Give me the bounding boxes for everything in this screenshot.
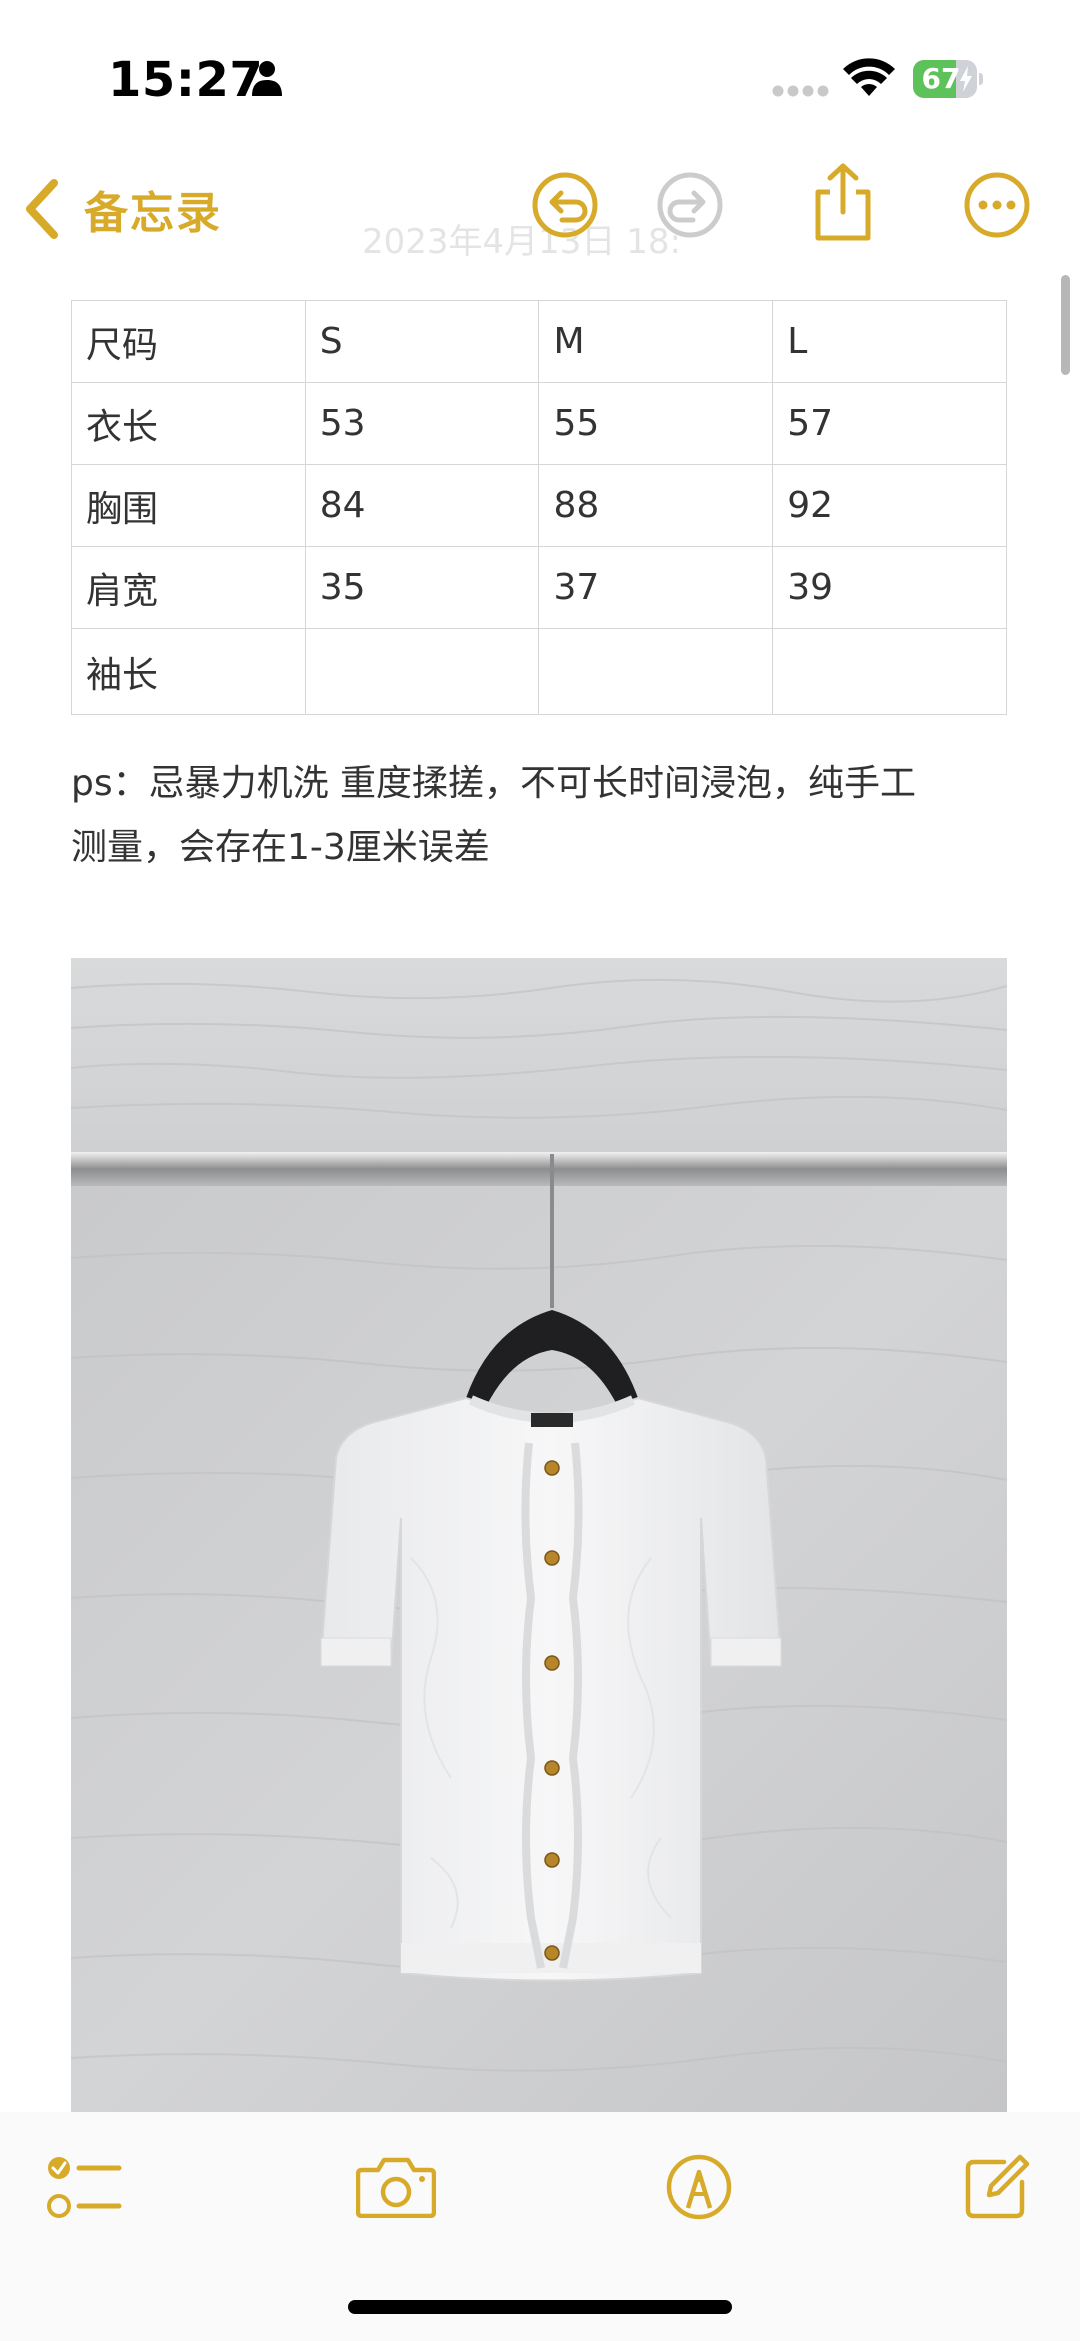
back-label: 备忘录	[84, 188, 222, 239]
table-row: 肩宽 35 37 39	[71, 546, 1007, 629]
redo-icon[interactable]	[655, 170, 725, 240]
table-cell[interactable]: 袖长	[71, 628, 306, 715]
table-cell[interactable]	[538, 628, 774, 715]
chevron-left-icon	[26, 179, 58, 239]
battery-cap	[979, 73, 983, 85]
charging-bolt-icon	[960, 66, 972, 92]
table-cell[interactable]	[772, 628, 1007, 715]
battery-body: 67	[913, 60, 977, 98]
status-time: 15:27	[108, 52, 264, 108]
battery-icon: 67	[913, 60, 983, 98]
home-indicator[interactable]	[348, 2300, 732, 2314]
table-cell[interactable]: L	[772, 300, 1007, 383]
table-row: 袖长	[71, 628, 1007, 715]
note-body-text[interactable]: ps：忌暴力机洗 重度揉搓，不可长时间浸泡，纯手工 测量，会存在1-3厘米误差	[71, 752, 1007, 880]
table-cell[interactable]: 尺码	[71, 300, 306, 383]
table-cell[interactable]: 57	[772, 382, 1007, 465]
size-table: 尺码 S M L 衣长 53 55 57 胸围 84 88 92 肩宽 35 3…	[71, 300, 1007, 715]
table-cell[interactable]: 39	[772, 546, 1007, 629]
undo-icon[interactable]	[530, 170, 600, 240]
note-date-title: 2023年4月13日 18:	[362, 222, 681, 262]
cardigan-photo	[71, 958, 1007, 2112]
table-cell[interactable]: M	[538, 300, 774, 383]
checklist-icon[interactable]	[47, 2154, 123, 2222]
table-cell[interactable]: S	[304, 300, 540, 383]
markup-icon[interactable]	[666, 2154, 732, 2220]
table-cell[interactable]: 84	[304, 464, 540, 547]
more-icon[interactable]	[962, 170, 1032, 240]
product-photo[interactable]	[71, 958, 1007, 2112]
wifi-icon	[843, 58, 895, 96]
notes-page: 15:27 67 2023年4月13日 18: 备忘录 尺码 S M L 衣长 …	[0, 0, 1080, 2341]
table-cell[interactable]: 55	[538, 382, 774, 465]
signal-icon	[772, 85, 829, 97]
table-cell[interactable]: 53	[304, 382, 540, 465]
note-line: ps：忌暴力机洗 重度揉搓，不可长时间浸泡，纯手工	[71, 763, 917, 804]
camera-icon[interactable]	[356, 2154, 436, 2218]
status-bar: 15:27 67	[0, 0, 1080, 150]
table-cell[interactable]: 肩宽	[71, 546, 306, 629]
table-cell[interactable]: 92	[772, 464, 1007, 547]
back-button[interactable]: 备忘录	[22, 174, 222, 244]
compose-icon[interactable]	[964, 2154, 1030, 2220]
table-cell[interactable]: 35	[304, 546, 540, 629]
share-icon[interactable]	[808, 162, 878, 242]
note-line: 测量，会存在1-3厘米误差	[71, 827, 490, 868]
table-row: 衣长 53 55 57	[71, 382, 1007, 465]
table-cell[interactable]: 衣长	[71, 382, 306, 465]
table-cell[interactable]	[304, 628, 540, 715]
table-cell[interactable]: 胸围	[71, 464, 306, 547]
table-cell[interactable]: 37	[538, 546, 774, 629]
person-icon	[252, 61, 282, 96]
table-cell[interactable]: 88	[538, 464, 774, 547]
nav-bar: 2023年4月13日 18: 备忘录	[0, 150, 1080, 270]
table-row: 尺码 S M L	[71, 300, 1007, 383]
table-row: 胸围 84 88 92	[71, 464, 1007, 547]
scroll-indicator[interactable]	[1061, 275, 1070, 375]
